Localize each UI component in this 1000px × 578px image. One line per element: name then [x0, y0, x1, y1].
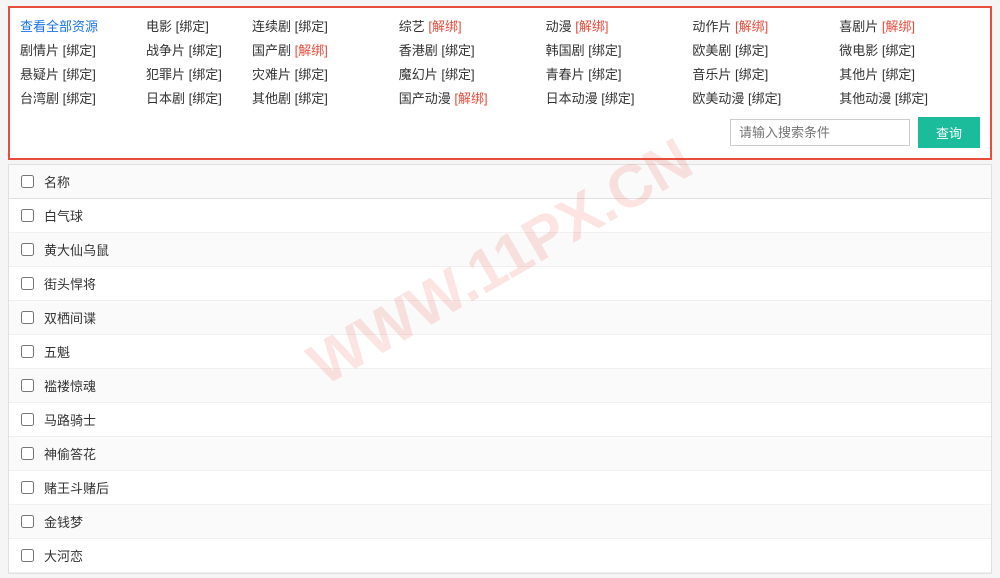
row-name: 神偷答花: [44, 444, 96, 463]
row-checkbox[interactable]: [21, 413, 34, 426]
filter-tw-drama[interactable]: 台湾剧 [绑定]: [20, 88, 140, 107]
row-name: 黄大仙乌鼠: [44, 240, 109, 259]
row-checkbox[interactable]: [21, 277, 34, 290]
table-row[interactable]: 街头悍将: [9, 267, 991, 301]
filter-youth[interactable]: 青春片 [绑定]: [546, 64, 687, 83]
filter-fantasy[interactable]: 魔幻片 [绑定]: [399, 64, 540, 83]
filter-thriller[interactable]: 悬疑片 [绑定]: [20, 64, 140, 83]
row-name: 大河恋: [44, 546, 83, 565]
row-checkbox[interactable]: [21, 345, 34, 358]
table-header-row: 名称: [9, 165, 991, 199]
row-checkbox[interactable]: [21, 447, 34, 460]
row-name: 马路骑士: [44, 410, 96, 429]
filter-disaster[interactable]: 灾难片 [绑定]: [252, 64, 393, 83]
filter-movie[interactable]: 电影 [绑定]: [146, 16, 246, 35]
filter-jp-anime[interactable]: 日本动漫 [绑定]: [546, 88, 687, 107]
select-all-checkbox[interactable]: [21, 175, 34, 188]
filter-comedy[interactable]: 喜剧片 [解绑]: [839, 16, 980, 35]
row-name: 双栖间谍: [44, 308, 96, 327]
row-name: 赌王斗赌后: [44, 478, 109, 497]
table-row[interactable]: 褴褛惊魂: [9, 369, 991, 403]
filter-war[interactable]: 战争片 [绑定]: [146, 40, 246, 59]
table-row[interactable]: 金钱梦: [9, 505, 991, 539]
filter-other-film[interactable]: 其他片 [绑定]: [839, 64, 980, 83]
filter-action[interactable]: 动作片 [解绑]: [692, 16, 833, 35]
row-name: 褴褛惊魂: [44, 376, 96, 395]
filter-anime[interactable]: 动漫 [解绑]: [546, 16, 687, 35]
table-row[interactable]: 大河恋: [9, 539, 991, 573]
row-checkbox[interactable]: [21, 209, 34, 222]
list-table: 名称 白气球黄大仙乌鼠街头悍将双栖间谍五魁褴褛惊魂马路骑士神偷答花赌王斗赌后金钱…: [8, 164, 992, 574]
view-all-link[interactable]: 查看全部资源: [20, 16, 140, 35]
filter-hk-drama[interactable]: 香港剧 [绑定]: [399, 40, 540, 59]
table-row[interactable]: 五魁: [9, 335, 991, 369]
filter-short-film[interactable]: 微电影 [绑定]: [839, 40, 980, 59]
table-row[interactable]: 赌王斗赌后: [9, 471, 991, 505]
filter-cn-anime[interactable]: 国产动漫 [解绑]: [399, 88, 540, 107]
filter-other-anime[interactable]: 其他动漫 [绑定]: [839, 88, 980, 107]
table-column-name: 名称: [44, 172, 70, 191]
table-row[interactable]: 黄大仙乌鼠: [9, 233, 991, 267]
table-row[interactable]: 双栖间谍: [9, 301, 991, 335]
filter-crime[interactable]: 犯罪片 [绑定]: [146, 64, 246, 83]
row-checkbox[interactable]: [21, 549, 34, 562]
filter-series[interactable]: 连续剧 [绑定]: [252, 16, 393, 35]
filter-music[interactable]: 音乐片 [绑定]: [692, 64, 833, 83]
filter-western-drama[interactable]: 欧美剧 [绑定]: [692, 40, 833, 59]
filter-other-drama[interactable]: 其他剧 [绑定]: [252, 88, 393, 107]
table-row[interactable]: 马路骑士: [9, 403, 991, 437]
table-row[interactable]: 神偷答花: [9, 437, 991, 471]
table-row[interactable]: 白气球: [9, 199, 991, 233]
filter-panel: 查看全部资源 电影 [绑定] 连续剧 [绑定] 综艺 [解绑] 动漫 [解绑] …: [8, 6, 992, 160]
row-checkbox[interactable]: [21, 243, 34, 256]
row-checkbox[interactable]: [21, 311, 34, 324]
row-name: 白气球: [44, 206, 83, 225]
row-name: 五魁: [44, 342, 70, 361]
search-input[interactable]: [730, 119, 910, 146]
filter-chinese-drama[interactable]: 国产剧 [解绑]: [252, 40, 393, 59]
filter-korean-drama[interactable]: 韩国剧 [绑定]: [546, 40, 687, 59]
filter-western-anime[interactable]: 欧美动漫 [绑定]: [692, 88, 833, 107]
row-checkbox[interactable]: [21, 481, 34, 494]
filter-jp-drama[interactable]: 日本剧 [绑定]: [146, 88, 246, 107]
search-button[interactable]: 查询: [918, 117, 980, 148]
filter-drama[interactable]: 剧情片 [绑定]: [20, 40, 140, 59]
filter-variety[interactable]: 综艺 [解绑]: [399, 16, 540, 35]
row-checkbox[interactable]: [21, 379, 34, 392]
row-name: 街头悍将: [44, 274, 96, 293]
